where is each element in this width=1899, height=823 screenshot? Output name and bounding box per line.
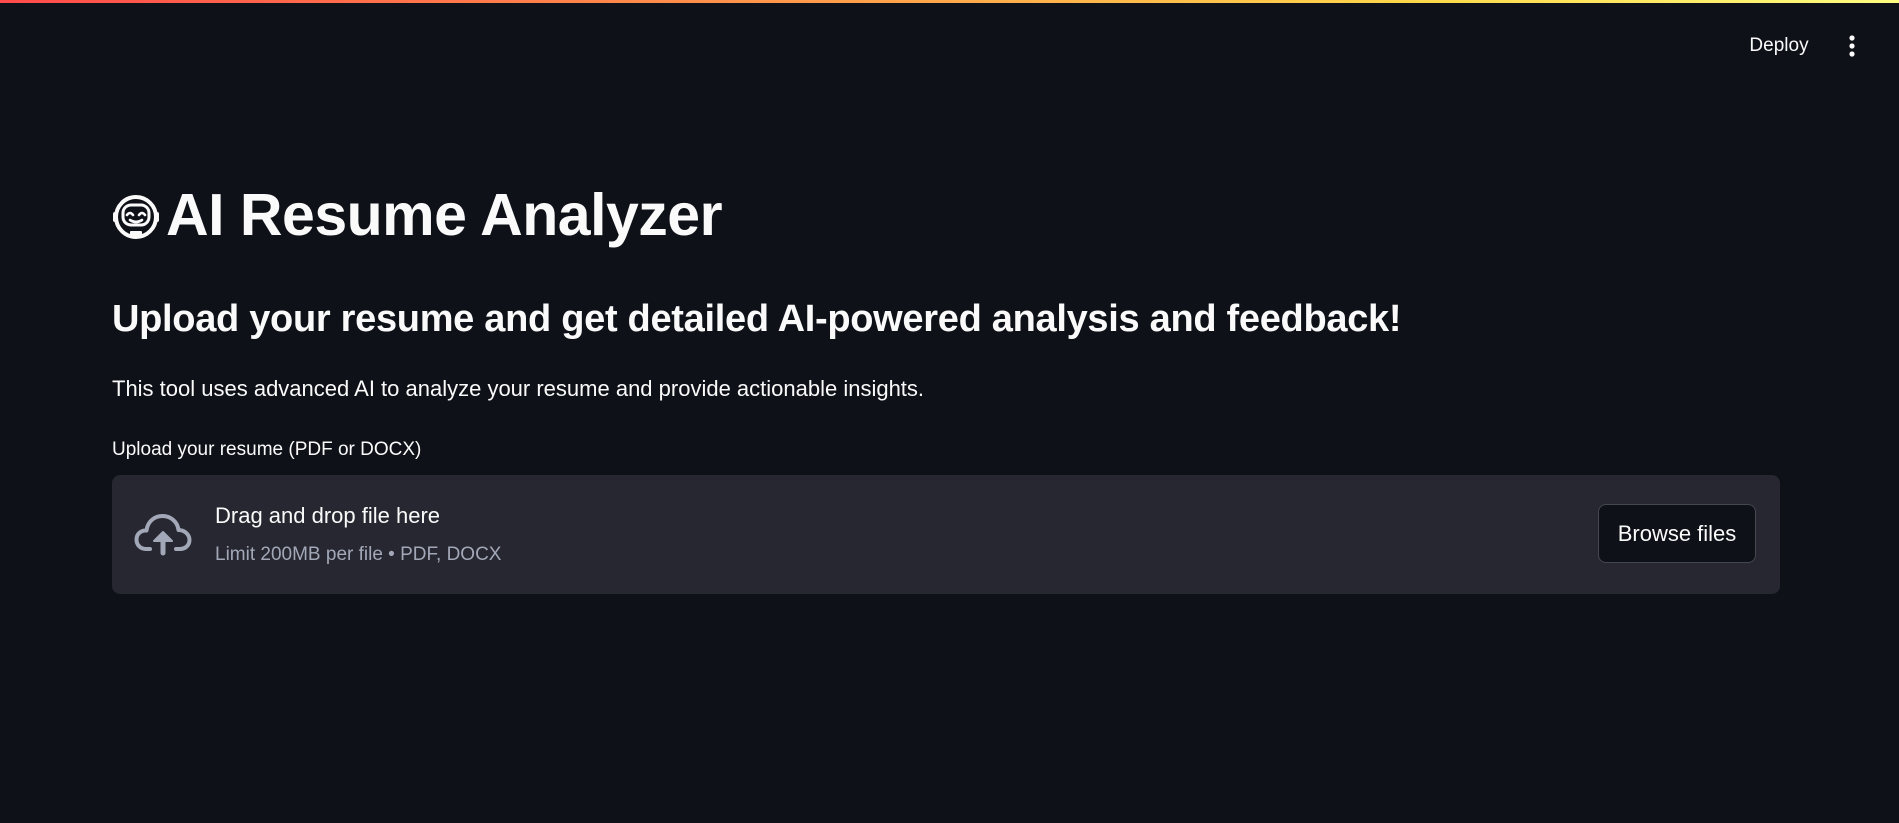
dropzone-title: Drag and drop file here bbox=[215, 503, 441, 528]
deploy-button[interactable]: Deploy bbox=[1738, 30, 1820, 62]
title-row: AI Resume Analyzer bbox=[112, 150, 1780, 280]
main-content: AI Resume Analyzer Upload your resume an… bbox=[112, 150, 1780, 594]
page-description: This tool uses advanced AI to analyze yo… bbox=[112, 376, 925, 401]
page-title: AI Resume Analyzer bbox=[166, 182, 723, 248]
page-subtitle: Upload your resume and get detailed AI-p… bbox=[112, 298, 1402, 340]
robot-face-icon bbox=[113, 195, 159, 239]
uploader-label: Upload your resume (PDF or DOCX) bbox=[112, 439, 422, 460]
file-dropzone[interactable]: Drag and drop file here Limit 200MB per … bbox=[112, 475, 1780, 594]
dropzone-limit-text: Limit 200MB per file • PDF, DOCX bbox=[215, 544, 502, 565]
app-header: Deploy bbox=[0, 0, 1899, 80]
main-menu-button[interactable] bbox=[1836, 30, 1868, 62]
browse-files-button[interactable]: Browse files bbox=[1598, 504, 1756, 563]
cloud-upload-icon bbox=[134, 514, 192, 556]
vertical-ellipsis-icon bbox=[1849, 35, 1855, 57]
